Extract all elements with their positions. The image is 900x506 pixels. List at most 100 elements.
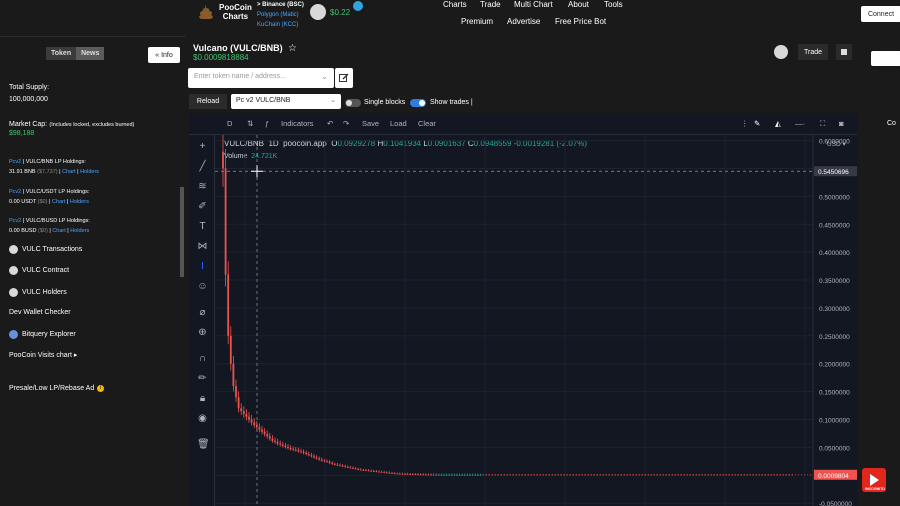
- nav-multi-chart[interactable]: Multi Chart: [514, 0, 553, 9]
- indicators-icon[interactable]: ƒ: [265, 119, 269, 128]
- token-search-input[interactable]: Enter token name / address... ⌄: [188, 68, 334, 88]
- nav-charts[interactable]: Charts: [443, 0, 467, 9]
- poo-token-icon: [310, 4, 326, 20]
- reload-button[interactable]: Reload: [189, 94, 227, 109]
- fullscreen-button[interactable]: [836, 44, 852, 60]
- nav-advertise[interactable]: Advertise: [507, 17, 540, 26]
- crosshair-icon[interactable]: +: [197, 141, 208, 152]
- magnet-icon[interactable]: ∩: [197, 353, 208, 364]
- candle-body: [419, 474, 422, 476]
- undo-icon[interactable]: ↶: [327, 119, 333, 128]
- lp-chart-link[interactable]: Chart: [62, 169, 75, 175]
- chain-polygon-link[interactable]: Polygon (Matic): [257, 10, 304, 20]
- show-trades-toggle[interactable]: [410, 99, 426, 107]
- single-blocks-toggle[interactable]: [345, 99, 361, 107]
- chart-plot-area[interactable]: 0.60000000.55000000.50000000.45000000.40…: [215, 135, 857, 506]
- interval-selector[interactable]: D: [227, 119, 232, 128]
- pcv2-link[interactable]: Pcv2: [9, 189, 21, 195]
- candle-body: [258, 427, 261, 430]
- lp-chart-link[interactable]: Chart: [52, 228, 65, 234]
- candle-body: [401, 473, 404, 475]
- trend-line-icon[interactable]: ╱: [197, 161, 208, 172]
- lp-holdings-busd-value: 0.00 BUSD ($0) | Chart | Holders: [9, 228, 90, 234]
- pair-select[interactable]: Pc v2 VULC/BNB ⌄: [231, 94, 341, 109]
- candle-body: [357, 469, 360, 470]
- save-button[interactable]: Save: [362, 119, 379, 128]
- pcv2-link[interactable]: Pcv2: [9, 159, 21, 165]
- candle-body: [229, 335, 232, 364]
- clear-button[interactable]: Clear: [418, 119, 436, 128]
- sidebar-scrollbar[interactable]: [180, 187, 184, 277]
- nav-free-price-bot[interactable]: Free Price Bot: [555, 17, 606, 26]
- nav-trade[interactable]: Trade: [480, 0, 501, 9]
- vulc-contract-link[interactable]: VULC Contract: [9, 266, 69, 275]
- nav-tools[interactable]: Tools: [604, 0, 623, 9]
- pcv2-link[interactable]: Pcv2: [9, 218, 21, 224]
- chain-kucoin-link[interactable]: KuChain (KCC): [257, 20, 304, 30]
- info-button[interactable]: « Info: [148, 47, 180, 63]
- cursor-text-icon[interactable]: I: [197, 261, 208, 272]
- vulc-holders-link[interactable]: VULC Holders: [9, 288, 67, 297]
- candle-body: [250, 419, 253, 423]
- y-tick-label: 0.4000000: [819, 250, 850, 257]
- lp-holders-link[interactable]: Holders: [70, 199, 89, 205]
- poo-price-widget[interactable]: $0.22: [310, 4, 350, 20]
- edit-token-button[interactable]: [335, 68, 353, 88]
- y-tick-label: 0.5000000: [819, 194, 850, 201]
- trash-icon[interactable]: 🗑︎: [197, 439, 210, 450]
- eye-icon[interactable]: ◉: [197, 413, 208, 424]
- candle-body: [411, 474, 414, 476]
- poocoin-logo[interactable]: PooCoin Charts: [197, 3, 252, 21]
- text-icon[interactable]: T: [197, 221, 208, 232]
- star-icon[interactable]: ☆: [285, 43, 297, 54]
- candle-body: [235, 386, 237, 398]
- pencil-icon[interactable]: ✎: [754, 119, 760, 128]
- lp-holders-link[interactable]: Holders: [80, 169, 99, 175]
- brush-icon[interactable]: ✐: [197, 201, 208, 212]
- tab-token[interactable]: Token: [46, 47, 77, 60]
- candle-body: [471, 474, 474, 476]
- stay-drawing-icon[interactable]: ✏: [197, 373, 208, 384]
- pattern-icon[interactable]: ⋈: [197, 241, 208, 252]
- candle-body: [365, 470, 367, 472]
- zoom-icon[interactable]: ⊕: [197, 327, 208, 338]
- camera-icon[interactable]: ◙: [839, 119, 844, 128]
- more-vertical-icon[interactable]: ⋮: [741, 119, 749, 128]
- redo-icon[interactable]: ↷: [343, 119, 349, 128]
- dev-wallet-checker-link[interactable]: Dev Wallet Checker: [9, 309, 71, 316]
- ruler-icon[interactable]: ⌀: [197, 307, 208, 318]
- telegram-icon[interactable]: [353, 1, 363, 11]
- nav-about[interactable]: About: [568, 0, 589, 9]
- line-style-icon[interactable]: —·: [795, 119, 805, 128]
- candle-body: [302, 451, 305, 453]
- fill-bucket-icon[interactable]: ◭: [775, 119, 781, 128]
- compare-icon[interactable]: ⇅: [247, 119, 253, 128]
- lock-icon[interactable]: 🔒︎: [197, 393, 208, 404]
- last-price-label: 0.0009804: [818, 473, 849, 480]
- trade-button[interactable]: Trade: [798, 44, 828, 60]
- tab-news[interactable]: News: [76, 47, 105, 60]
- presale-ad-link[interactable]: Presale/Low LP/Rebase Ad i: [9, 385, 105, 392]
- candle-body: [396, 473, 399, 475]
- connect-button[interactable]: Connect: [861, 6, 900, 22]
- bitquery-explorer-link[interactable]: Bitquery Explorer: [9, 330, 76, 339]
- poocoin-visits-chart-link[interactable]: PooCoin Visits chart ▸: [9, 351, 77, 360]
- right-panel-input[interactable]: [871, 51, 900, 66]
- logo-line2: Charts: [222, 12, 249, 21]
- indicators-button[interactable]: Indicators: [281, 119, 314, 128]
- candle-body: [300, 451, 302, 453]
- vulc-transactions-link[interactable]: VULC Transactions: [9, 245, 82, 254]
- load-button[interactable]: Load: [390, 119, 407, 128]
- chain-bsc-link[interactable]: > Binance (BSC): [257, 0, 304, 10]
- price-chart[interactable]: D ⇅ ƒ Indicators ↶ ↷ Save Load Clear ⋮ ✎…: [189, 113, 857, 506]
- lp-chart-link[interactable]: Chart: [52, 199, 65, 205]
- emoji-icon[interactable]: ☺: [197, 281, 208, 292]
- fib-icon[interactable]: ≋: [197, 181, 208, 192]
- lp-holders-link[interactable]: Holders: [70, 228, 89, 234]
- total-supply-value: 100,000,000: [9, 96, 48, 103]
- fullscreen-icon[interactable]: ⛶: [820, 119, 825, 129]
- nav-premium[interactable]: Premium: [461, 17, 493, 26]
- sidebar-tabs: Token News: [46, 47, 105, 60]
- y-tick-label: 0.3500000: [819, 278, 850, 285]
- candle-body: [393, 473, 396, 475]
